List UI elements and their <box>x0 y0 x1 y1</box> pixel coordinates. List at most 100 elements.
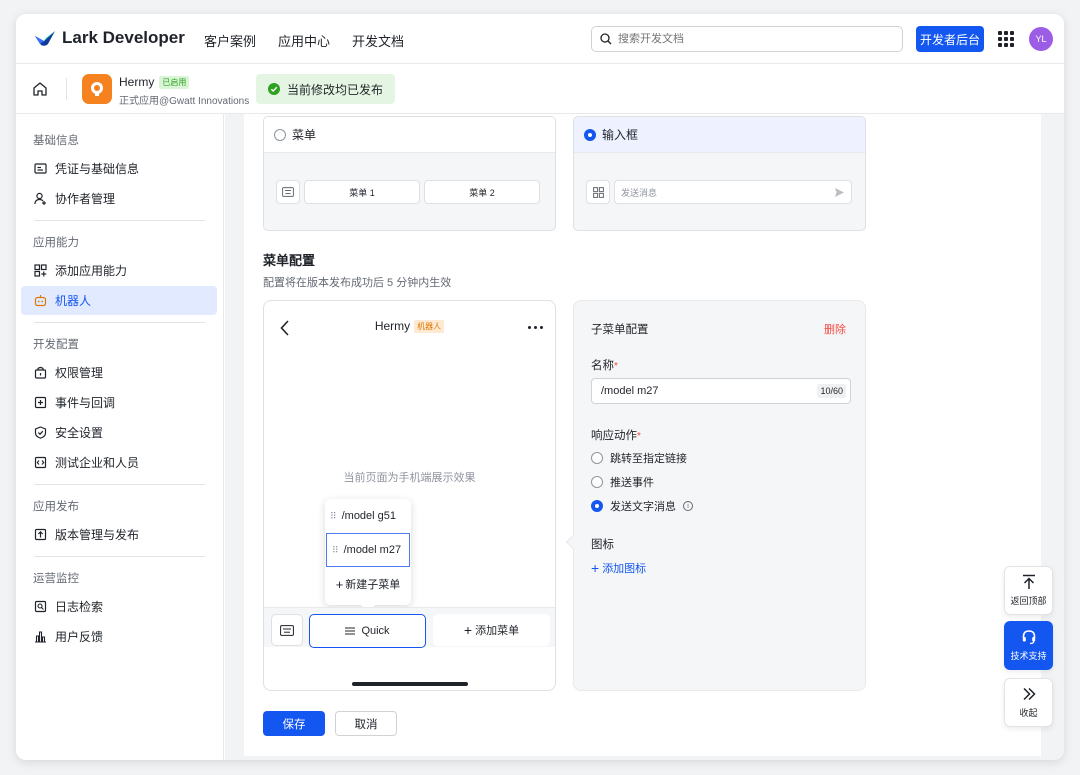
drag-handle-icon[interactable]: ⠿ <box>332 545 339 555</box>
headset-icon <box>1022 630 1035 645</box>
developer-console-button[interactable]: 开发者后台 <box>916 26 984 52</box>
brand-logo[interactable]: Lark Developer <box>34 28 185 48</box>
log-search-icon <box>34 600 47 613</box>
main-content: 菜单 菜单 1 菜单 2 输入框 发送消息 菜单配置 配置将在版本发布成功后 5… <box>225 114 1064 760</box>
app-window: Lark Developer 客户案例 应用中心 开发文档 开发者后台 YL H… <box>16 14 1064 760</box>
user-avatar[interactable]: YL <box>1029 27 1053 51</box>
panel-notch <box>565 534 581 550</box>
input-mode-radio[interactable] <box>584 128 596 141</box>
menu-lines-icon <box>345 627 356 635</box>
sidebar-group-dev-config: 开发配置 <box>33 339 79 351</box>
sidebar-divider <box>34 322 205 323</box>
home-icon[interactable] <box>32 81 48 97</box>
preview-hint: 当前页面为手机端展示效果 <box>343 472 476 484</box>
action-label: 响应动作* <box>591 430 641 442</box>
menu-sample-1: 菜单 1 <box>304 180 420 204</box>
menu-quick-button[interactable]: Quick <box>309 614 426 648</box>
tech-support-button[interactable]: 技术支持 <box>1004 621 1053 670</box>
event-icon <box>34 396 47 409</box>
sidebar-item-logs[interactable]: 日志检索 <box>21 592 217 621</box>
sidebar-group-release: 应用发布 <box>33 501 79 513</box>
keyboard-icon <box>276 180 300 204</box>
message-input-sample: 发送消息 <box>614 180 852 204</box>
menu-bar: Quick + 添加菜单 <box>264 607 555 648</box>
search-icon <box>600 33 612 45</box>
back-to-top-button[interactable]: 返回顶部 <box>1004 566 1053 615</box>
submenu-config-title: 子菜单配置 <box>591 324 649 336</box>
id-card-icon <box>34 163 47 174</box>
menu-config-title: 菜单配置 <box>263 253 316 268</box>
bot-tag: 机器人 <box>414 319 445 333</box>
sidebar-item-robot[interactable]: 机器人 <box>21 286 217 315</box>
app-header: Hermy 已启用 正式应用@Gwatt Innovations 当前修改均已发… <box>16 64 1064 114</box>
plus-icon: + <box>463 622 473 638</box>
apps-icon <box>586 180 610 204</box>
app-status-tag: 已启用 <box>159 75 190 89</box>
user-add-icon <box>34 192 46 205</box>
nav-link-app-center[interactable]: 应用中心 <box>278 31 330 50</box>
lark-logo-icon <box>35 31 55 46</box>
add-icon-link[interactable]: + 添加图标 <box>591 560 646 576</box>
sidebar-item-collaborators[interactable]: 协作者管理 <box>21 184 217 213</box>
save-button[interactable]: 保存 <box>263 711 325 736</box>
sidebar-divider <box>34 484 205 485</box>
phone-preview: Hermy 机器人 当前页面为手机端展示效果 ⠿ /model g51 ⠿ /m… <box>263 300 556 691</box>
submenu-item[interactable]: ⠿ /model g51 <box>325 499 411 533</box>
delete-submenu-link[interactable]: 删除 <box>824 321 846 337</box>
nav-link-cases[interactable]: 客户案例 <box>204 31 256 50</box>
new-submenu-button[interactable]: + 新建子菜单 <box>325 567 411 601</box>
action-option-text[interactable]: 发送文字消息 i <box>591 498 693 514</box>
action-option-link[interactable]: 跳转至指定链接 <box>591 450 687 466</box>
radio-text-message[interactable] <box>591 500 603 512</box>
keyboard-toggle-icon[interactable] <box>271 614 303 646</box>
check-circle-icon <box>268 83 280 95</box>
submenu-config-panel: 子菜单配置 删除 名称* /model m27 10/60 响应动作* 跳转至指… <box>565 300 866 691</box>
add-menu-button[interactable]: + 添加菜单 <box>433 614 550 646</box>
apps-grid-icon[interactable] <box>998 31 1014 47</box>
submenu-item-selected[interactable]: ⠿ /model m27 <box>326 533 410 567</box>
menu-mode-radio[interactable] <box>274 128 286 141</box>
menu-sample-2: 菜单 2 <box>424 180 540 204</box>
plus-icon: + <box>591 560 600 576</box>
nav-link-docs[interactable]: 开发文档 <box>352 31 404 50</box>
sidebar-item-versions[interactable]: 版本管理与发布 <box>21 520 217 549</box>
sidebar-group-monitoring: 运营监控 <box>33 573 79 585</box>
sidebar-item-security[interactable]: 安全设置 <box>21 418 217 447</box>
send-icon <box>835 187 844 197</box>
radio-event[interactable] <box>591 476 603 488</box>
submenu-popup: ⠿ /model g51 ⠿ /model m27 + 新建子菜单 <box>325 499 411 613</box>
cancel-button[interactable]: 取消 <box>335 711 397 736</box>
action-option-event[interactable]: 推送事件 <box>591 474 654 490</box>
sidebar-item-add-capability[interactable]: 添加应用能力 <box>21 256 217 285</box>
char-counter: 10/60 <box>817 384 846 398</box>
radio-link[interactable] <box>591 452 603 464</box>
info-icon[interactable]: i <box>683 501 693 511</box>
sidebar-item-feedback[interactable]: 用户反馈 <box>21 622 217 651</box>
sidebar-item-test-tenant[interactable]: 测试企业和人员 <box>21 448 217 477</box>
submenu-name-input[interactable]: /model m27 10/60 <box>591 378 851 404</box>
sidebar-item-permissions[interactable]: 权限管理 <box>21 358 217 387</box>
search-input[interactable] <box>618 33 888 45</box>
brand-name: Lark Developer <box>62 28 185 47</box>
shield-icon <box>34 426 47 439</box>
menu-config-description: 配置将在版本发布成功后 5 分钟内生效 <box>263 277 452 289</box>
mode-card-input[interactable]: 输入框 发送消息 <box>573 116 866 231</box>
icon-label: 图标 <box>591 539 614 551</box>
search-box[interactable] <box>591 26 903 52</box>
mode-card-menu[interactable]: 菜单 菜单 1 菜单 2 <box>263 116 556 231</box>
more-icon <box>528 326 543 329</box>
chat-title: Hermy 机器人 <box>264 319 555 333</box>
plus-icon: + <box>335 576 344 592</box>
upload-box-icon <box>34 528 47 541</box>
drag-handle-icon[interactable]: ⠿ <box>330 511 337 521</box>
robot-icon <box>34 295 47 307</box>
lock-box-icon <box>34 366 47 379</box>
sidebar-divider <box>34 220 205 221</box>
content-panel: 菜单 菜单 1 菜单 2 输入框 发送消息 菜单配置 配置将在版本发布成功后 5… <box>244 114 1041 756</box>
apps-add-icon <box>34 264 47 277</box>
sidebar-item-credentials[interactable]: 凭证与基础信息 <box>21 154 217 183</box>
top-nav: Lark Developer 客户案例 应用中心 开发文档 开发者后台 YL <box>16 14 1064 64</box>
sidebar-item-events[interactable]: 事件与回调 <box>21 388 217 417</box>
bar-chart-icon <box>35 631 46 643</box>
collapse-button[interactable]: 收起 <box>1004 678 1053 727</box>
